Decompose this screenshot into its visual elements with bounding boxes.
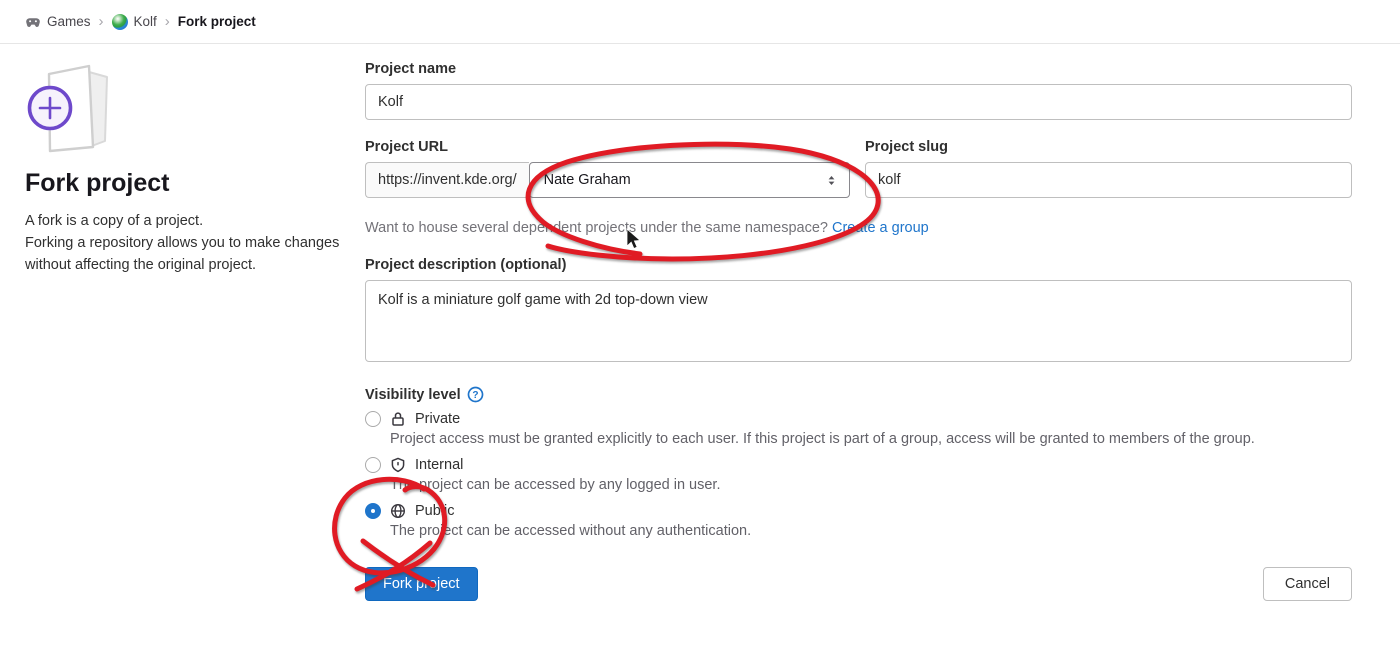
chevron-up-down-icon xyxy=(824,173,839,188)
fork-description: A fork is a copy of a project. Forking a… xyxy=(25,210,340,276)
project-name-input[interactable] xyxy=(365,84,1352,120)
private-radio[interactable] xyxy=(365,411,381,427)
fork-project-page: Fork project A fork is a copy of a proje… xyxy=(0,44,1400,601)
breadcrumb-separator: › xyxy=(164,14,171,29)
fork-illustration xyxy=(25,63,340,159)
globe-icon xyxy=(390,503,406,519)
fork-info-panel: Fork project A fork is a copy of a proje… xyxy=(25,61,340,601)
breadcrumb-separator: › xyxy=(98,14,105,29)
private-option-label[interactable]: Private xyxy=(415,411,460,427)
fork-project-form: Project name Project URL https://invent.… xyxy=(365,61,1352,601)
project-description-textarea[interactable]: Kolf is a miniature golf game with 2d to… xyxy=(365,280,1352,362)
namespace-hint: Want to house several dependent projects… xyxy=(365,220,1352,236)
lock-icon xyxy=(390,411,406,427)
visibility-section: Visibility level ? Private Project acces… xyxy=(365,386,1352,541)
fork-description-line2: Forking a repository allows you to make … xyxy=(25,235,339,273)
help-question-icon[interactable]: ? xyxy=(467,386,484,403)
breadcrumb-current-page: Fork project xyxy=(178,14,256,29)
project-url-label: Project URL xyxy=(365,139,850,155)
gamepad-icon xyxy=(25,14,41,30)
project-description-group: Project description (optional) Kolf is a… xyxy=(365,257,1352,366)
visibility-option-public: Public The project can be accessed witho… xyxy=(365,503,1352,541)
shield-icon xyxy=(390,457,406,473)
svg-text:?: ? xyxy=(472,390,478,401)
project-url-group: Project URL https://invent.kde.org/ Nate… xyxy=(365,139,850,198)
public-option-description: The project can be accessed without any … xyxy=(390,521,1352,541)
page-title: Fork project xyxy=(25,169,340,198)
internal-option-description: The project can be accessed by any logge… xyxy=(390,475,1352,495)
breadcrumb-project-label: Kolf xyxy=(134,14,157,29)
breadcrumb-project[interactable]: Kolf xyxy=(112,14,157,30)
url-slug-row: Project URL https://invent.kde.org/ Nate… xyxy=(365,139,1352,198)
create-group-link[interactable]: Create a group xyxy=(832,220,929,236)
project-description-label: Project description (optional) xyxy=(365,257,1352,273)
kolf-project-avatar xyxy=(112,14,128,30)
fork-description-line1: A fork is a copy of a project. xyxy=(25,213,203,229)
public-radio[interactable] xyxy=(365,503,381,519)
form-actions: Fork project Cancel xyxy=(365,567,1352,601)
project-slug-label: Project slug xyxy=(865,139,1352,155)
namespace-selected-value: Nate Graham xyxy=(544,172,631,188)
breadcrumb-games[interactable]: Games xyxy=(25,14,91,30)
project-name-label: Project name xyxy=(365,61,1352,77)
project-url-prefix: https://invent.kde.org/ xyxy=(365,162,529,198)
internal-option-label[interactable]: Internal xyxy=(415,457,463,473)
private-option-description: Project access must be granted explicitl… xyxy=(390,429,1352,449)
project-slug-group: Project slug xyxy=(865,139,1352,198)
fork-project-button[interactable]: Fork project xyxy=(365,567,478,601)
namespace-hint-text: Want to house several dependent projects… xyxy=(365,220,828,236)
project-name-group: Project name xyxy=(365,61,1352,120)
visibility-level-label: Visibility level xyxy=(365,387,461,403)
namespace-select[interactable]: Nate Graham xyxy=(529,162,850,198)
breadcrumb-games-label: Games xyxy=(47,14,91,29)
project-slug-input[interactable] xyxy=(865,162,1352,198)
public-option-label[interactable]: Public xyxy=(415,503,455,519)
visibility-option-private: Private Project access must be granted e… xyxy=(365,411,1352,449)
visibility-option-internal: Internal The project can be accessed by … xyxy=(365,457,1352,495)
breadcrumb: Games › Kolf › Fork project xyxy=(0,0,1400,44)
internal-radio[interactable] xyxy=(365,457,381,473)
cancel-button[interactable]: Cancel xyxy=(1263,567,1352,601)
breadcrumb-page-label: Fork project xyxy=(178,14,256,29)
